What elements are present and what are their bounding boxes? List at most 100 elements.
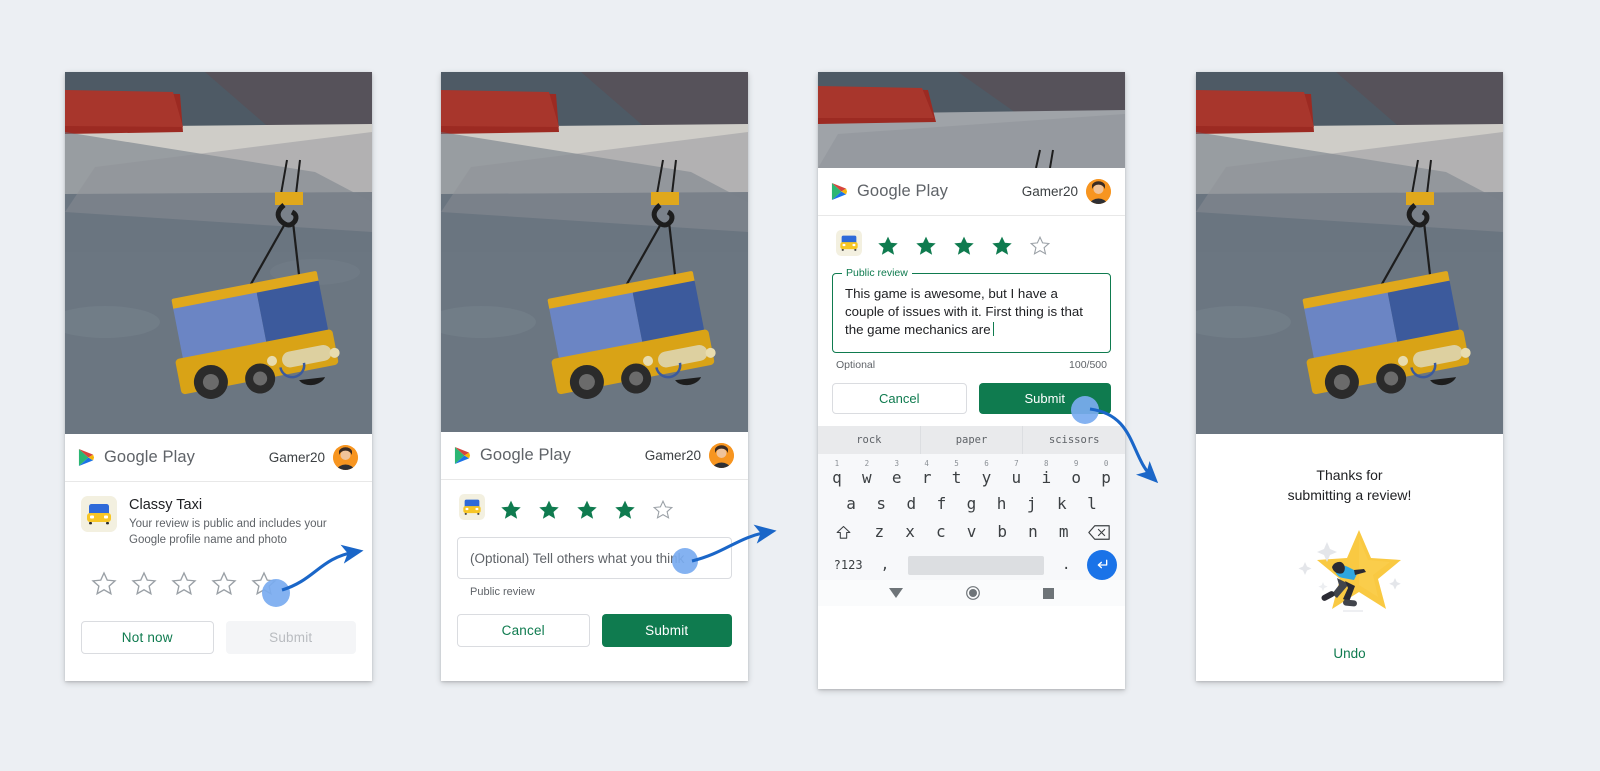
key-l[interactable]: l [1077,494,1107,514]
taxi-icon-image [81,496,117,532]
crane-truck-illustration-4 [1196,72,1503,434]
enter-key[interactable] [1087,550,1117,580]
star-2-empty-icon[interactable] [129,569,159,599]
review-input[interactable]: (Optional) Tell others what you think [457,537,732,579]
cancel-button[interactable]: Cancel [832,383,967,414]
comma-key[interactable]: , [870,557,900,573]
user-avatar[interactable] [1086,179,1111,204]
field-meta-row: Optional 100/500 [818,353,1125,371]
account-chip-3[interactable]: Gamer20 [1022,179,1111,204]
star-5-empty-icon[interactable] [651,498,675,522]
nav-home-icon[interactable] [966,586,980,600]
brand-label: Google Play [480,446,571,464]
key-b[interactable]: b [987,522,1018,542]
phone-panel-review-empty: Google Play Gamer20 (Optional) Tell othe… [441,72,748,681]
action-buttons: Not now Submit [65,605,372,674]
key-z[interactable]: z [864,522,895,542]
suggestion-chip-1[interactable]: rock [818,426,921,454]
thanks-title-line1: Thanks for [1316,467,1383,483]
account-chip-2[interactable]: Gamer20 [645,443,734,468]
key-m[interactable]: m [1048,522,1079,542]
star-1-filled-icon[interactable] [499,498,523,522]
star-2-filled-icon[interactable] [914,234,938,258]
app-meta: Classy Taxi Your review is public and in… [129,496,356,549]
symbols-key[interactable]: ?123 [826,558,870,572]
cancel-button[interactable]: Cancel [457,614,590,647]
key-w-letter: w [862,468,872,487]
star-5-empty-icon[interactable] [249,569,279,599]
android-navigation-bar [818,580,1125,606]
key-t[interactable]: 5t [942,459,972,488]
key-a[interactable]: a [836,494,866,514]
game-artwork-2 [441,72,748,432]
key-l-letter: l [1087,494,1097,513]
key-v[interactable]: v [956,522,987,542]
key-r[interactable]: 4r [912,459,942,488]
user-avatar[interactable] [709,443,734,468]
star-3-empty-icon[interactable] [169,569,199,599]
key-x[interactable]: x [895,522,926,542]
star-4-empty-icon[interactable] [209,569,239,599]
user-avatar[interactable] [333,445,358,470]
period-key[interactable]: . [1052,557,1082,573]
submit-button[interactable]: Submit [978,383,1111,414]
key-p[interactable]: 0p [1091,459,1121,488]
shift-key[interactable] [824,524,864,541]
undo-button[interactable]: Undo [1333,646,1365,661]
star-1-empty-icon[interactable] [89,569,119,599]
public-review-value: This game is awesome, but I have a coupl… [845,286,1083,337]
key-e[interactable]: 3e [882,459,912,488]
key-w[interactable]: 2w [852,459,882,488]
star-4-filled-icon[interactable] [990,234,1014,258]
backspace-key[interactable] [1079,524,1119,541]
thanks-sheet: Thanks for submitting a review! Undo [1196,434,1503,681]
nav-back-icon[interactable] [889,588,904,598]
submit-button[interactable]: Submit [601,614,732,647]
star-1-filled-icon[interactable] [876,234,900,258]
key-c[interactable]: c [925,522,956,542]
star-3-filled-icon[interactable] [575,498,599,522]
key-h-letter: h [996,494,1007,513]
star-5-empty-icon[interactable] [1028,234,1052,258]
star-2-filled-icon[interactable] [537,498,561,522]
key-o-letter: o [1071,468,1081,487]
key-n[interactable]: n [1018,522,1049,542]
suggestion-chip-2[interactable]: paper [921,426,1024,454]
star-3-filled-icon[interactable] [952,234,976,258]
key-y[interactable]: 6y [972,459,1002,488]
key-o[interactable]: 9o [1061,459,1091,488]
text-caret [992,322,995,336]
account-chip[interactable]: Gamer20 [269,445,358,470]
key-h[interactable]: h [987,494,1017,514]
key-d[interactable]: d [896,494,926,514]
suggestion-chip-3[interactable]: scissors [1023,426,1125,454]
key-e-number: 3 [894,459,899,468]
classy-taxi-app-icon [459,494,485,525]
key-u[interactable]: 7u [1001,459,1031,488]
star-rating-row-3[interactable] [818,216,1125,271]
star-with-person-illustration [1298,529,1401,612]
classy-taxi-app-icon [836,230,862,261]
app-bar: Google Play Gamer20 [65,434,372,482]
key-k[interactable]: k [1047,494,1077,514]
public-review-field[interactable]: Public review This game is awesome, but … [832,267,1111,353]
star-rating-selector[interactable] [65,555,372,605]
key-f[interactable]: f [926,494,956,514]
key-j[interactable]: j [1017,494,1047,514]
key-g[interactable]: g [956,494,986,514]
key-q[interactable]: 1q [822,459,852,488]
public-review-field-label: Public review [842,267,912,279]
game-artwork [65,72,372,434]
not-now-button[interactable]: Not now [81,620,214,654]
key-i[interactable]: 8i [1031,459,1061,488]
app-title: Classy Taxi [129,497,203,513]
google-play-logo-icon [454,447,471,464]
key-y-number: 6 [984,459,989,468]
star-rating-row-2[interactable] [441,480,748,535]
key-m-letter: m [1058,522,1069,541]
star-4-filled-icon[interactable] [613,498,637,522]
space-key[interactable] [907,555,1044,575]
nav-recents-icon[interactable] [1042,587,1054,599]
key-r-number: 4 [924,459,929,468]
key-s[interactable]: s [866,494,896,514]
